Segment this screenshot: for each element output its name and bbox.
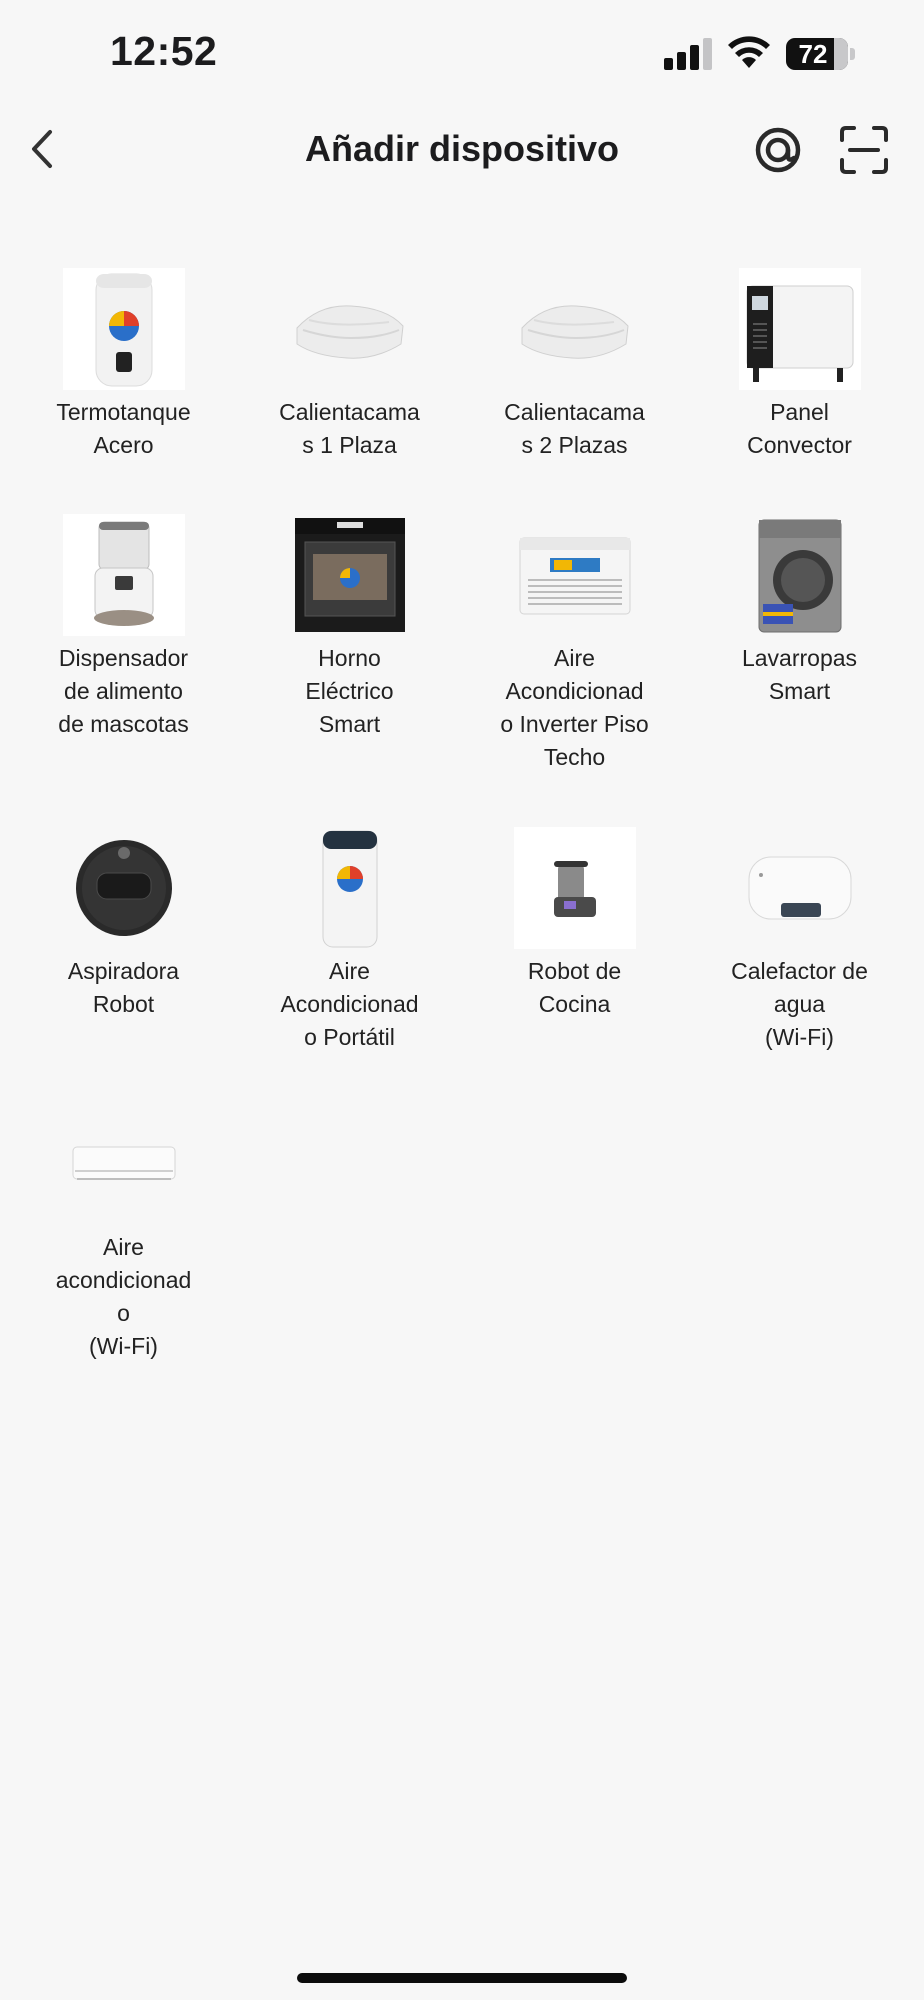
device-aire-acondicionado-wifi[interactable]: Aire acondicionad o (Wi-Fi) [11,1103,236,1363]
device-label: Aire Acondicionad o Portátil [280,958,419,1050]
device-termotanque-acero[interactable]: Termotanque Acero [11,268,236,462]
convector-heater-icon [738,268,861,390]
battery-nub [850,48,855,60]
device-panel-convector[interactable]: Panel Convector [687,268,912,462]
qr-scan-button[interactable] [838,124,890,176]
device-calientacamas-1-plaza[interactable]: Calientacama s 1 Plaza [237,268,462,462]
device-horno-electrico-smart[interactable]: Horno Eléctrico Smart [237,514,462,741]
header: Añadir dispositivo [0,110,924,190]
device-label: Aire acondicionad o (Wi-Fi) [55,1234,192,1359]
qr-scan-icon [840,126,888,174]
device-lavarropas-smart[interactable]: Lavarropas Smart [687,514,912,708]
radar-scan-icon [755,127,801,173]
device-label: Panel Convector [747,399,852,458]
wall-water-heater-icon [739,827,861,949]
battery-icon: 72 [786,38,848,70]
device-calientacamas-2-plazas[interactable]: Calientacama s 2 Plazas [462,268,687,462]
device-dispensador-alimento-mascotas[interactable]: Dispensador de alimento de mascotas [11,514,236,741]
portable-ac-icon [289,827,411,949]
device-label: Calefactor de agua (Wi-Fi) [731,958,868,1050]
device-label: Aire Acondicionad o Inverter Piso Techo [500,645,649,770]
kitchen-robot-icon [513,827,636,949]
device-aire-inverter-piso-techo[interactable]: Aire Acondicionad o Inverter Piso Techo [462,514,687,774]
device-aspiradora-robot[interactable]: Aspiradora Robot [11,827,236,1021]
device-robot-de-cocina[interactable]: Robot de Cocina [462,827,687,1021]
split-ac-icon [63,1103,185,1225]
device-label: Calientacama s 2 Plazas [504,399,645,458]
water-heater-icon [62,268,185,390]
device-label: Calientacama s 1 Plaza [279,399,420,458]
electric-oven-icon [289,514,411,636]
status-time: 12:52 [110,28,218,74]
status-bar: 12:52 72 [0,0,924,110]
ceiling-ac-icon [514,514,636,636]
wifi-icon [728,36,770,68]
washing-machine-icon [739,514,861,636]
robot-vacuum-icon [63,827,185,949]
device-label: Lavarropas Smart [741,645,858,704]
device-aire-portatil[interactable]: Aire Acondicionad o Portátil [237,827,462,1054]
device-label: Dispensador de alimento de mascotas [58,645,189,737]
pet-feeder-icon [62,514,185,636]
device-label: Robot de Cocina [527,958,622,1017]
device-label: Termotanque Acero [56,399,191,458]
battery-level: 72 [798,39,828,69]
home-indicator[interactable] [297,1973,627,1983]
electric-blanket-icon [289,268,411,390]
cellular-signal-icon [664,38,714,70]
radar-scan-button[interactable] [752,124,804,176]
device-calefactor-de-agua-wifi[interactable]: Calefactor de agua (Wi-Fi) [687,827,912,1054]
device-label: Aspiradora Robot [67,958,180,1017]
device-label: Horno Eléctrico Smart [305,645,394,737]
electric-blanket-icon [514,268,636,390]
